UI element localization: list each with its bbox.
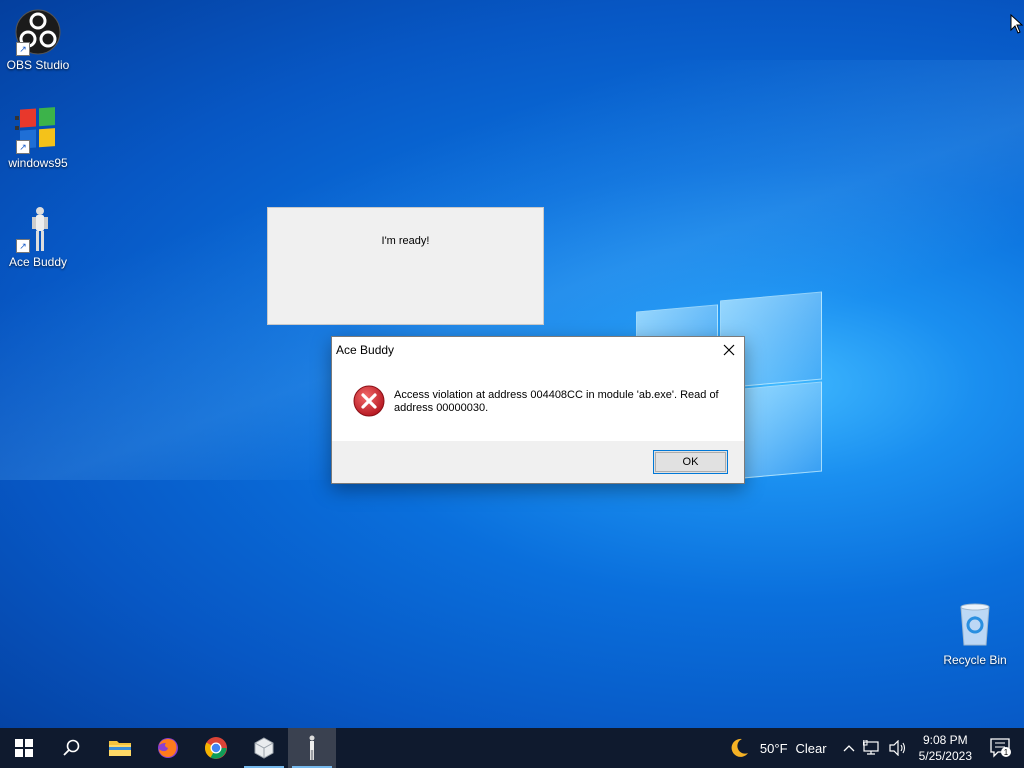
show-hidden-icons-button[interactable]: [839, 728, 859, 768]
mouse-cursor-icon: [1010, 14, 1024, 34]
clock-time: 9:08 PM: [922, 733, 968, 747]
firefox-icon: [158, 738, 178, 758]
notification-icon: 1: [990, 738, 1011, 758]
taskbar-chrome[interactable]: [192, 728, 240, 768]
search-button[interactable]: [48, 728, 96, 768]
desktop-icon-label: windows95: [8, 156, 68, 170]
taskbar-cube-app[interactable]: [240, 728, 288, 768]
cube-icon: [254, 737, 274, 759]
folder-icon: [109, 741, 131, 756]
error-message: Access violation at address 004408CC in …: [394, 389, 719, 414]
desktop-icon-label: OBS Studio: [6, 58, 70, 72]
recycle-bin-label: Recycle Bin: [943, 653, 1007, 667]
recycle-bin-icon: [951, 601, 999, 649]
error-dialog[interactable]: Ace Buddy Access violation at address 00…: [331, 336, 745, 484]
dialog-body: Access violation at address 004408CC in …: [332, 365, 744, 441]
desktop-icon-windows95[interactable]: ↗ windows95: [0, 106, 76, 170]
windows95-icon: ↗: [14, 106, 62, 154]
desktop-icon-ace-buddy[interactable]: ↗ Ace Buddy: [0, 205, 76, 269]
close-icon: [723, 344, 735, 356]
ok-button[interactable]: OK: [653, 450, 728, 474]
obs-icon: ↗: [14, 8, 62, 56]
chrome-icon: [205, 737, 227, 759]
ace-buddy-icon: [309, 735, 315, 760]
taskbar-file-explorer[interactable]: [96, 728, 144, 768]
shortcut-arrow-icon: ↗: [16, 239, 30, 253]
ace-buddy-icon: ↗: [14, 205, 62, 253]
clock-date: 5/25/2023: [918, 749, 972, 763]
ready-text: I'm ready!: [381, 235, 430, 247]
weather-widget[interactable]: 50°F Clear: [724, 728, 831, 768]
weather-temp: 50°F: [759, 740, 788, 756]
dialog-footer: OK: [332, 441, 744, 483]
ace-buddy-main-window[interactable]: I'm ready!: [267, 207, 544, 325]
taskbar-firefox[interactable]: [144, 728, 192, 768]
search-icon: [63, 739, 80, 756]
notification-center-button[interactable]: 1: [980, 728, 1024, 768]
dialog-close-button[interactable]: [714, 337, 744, 363]
moon-icon: [731, 738, 748, 757]
desktop-icon-recycle-bin[interactable]: Recycle Bin: [940, 601, 1010, 667]
windows-start-icon: [15, 739, 33, 757]
desktop-icon-label: Ace Buddy: [8, 255, 68, 269]
start-button[interactable]: [0, 728, 48, 768]
network-icon: [862, 740, 879, 755]
shortcut-arrow-icon: ↗: [16, 42, 30, 56]
clock[interactable]: 9:08 PM 5/25/2023: [911, 732, 980, 764]
desktop-icon-obs[interactable]: ↗ OBS Studio: [0, 8, 76, 72]
taskbar: 50°F Clear 9:08 PM 5/25/2023 1: [0, 728, 1024, 768]
taskbar-ace-buddy[interactable]: [288, 728, 336, 768]
speaker-icon: [889, 740, 905, 756]
volume-button[interactable]: [885, 728, 911, 768]
shortcut-arrow-icon: ↗: [16, 140, 30, 154]
dialog-title: Ace Buddy: [336, 343, 395, 357]
network-button[interactable]: [859, 728, 885, 768]
system-tray: 50°F Clear 9:08 PM 5/25/2023 1: [724, 728, 1024, 768]
error-icon: [353, 385, 385, 417]
weather-condition: Clear: [795, 740, 827, 756]
notification-count: 1: [1004, 748, 1009, 757]
chevron-up-icon: [843, 745, 855, 752]
